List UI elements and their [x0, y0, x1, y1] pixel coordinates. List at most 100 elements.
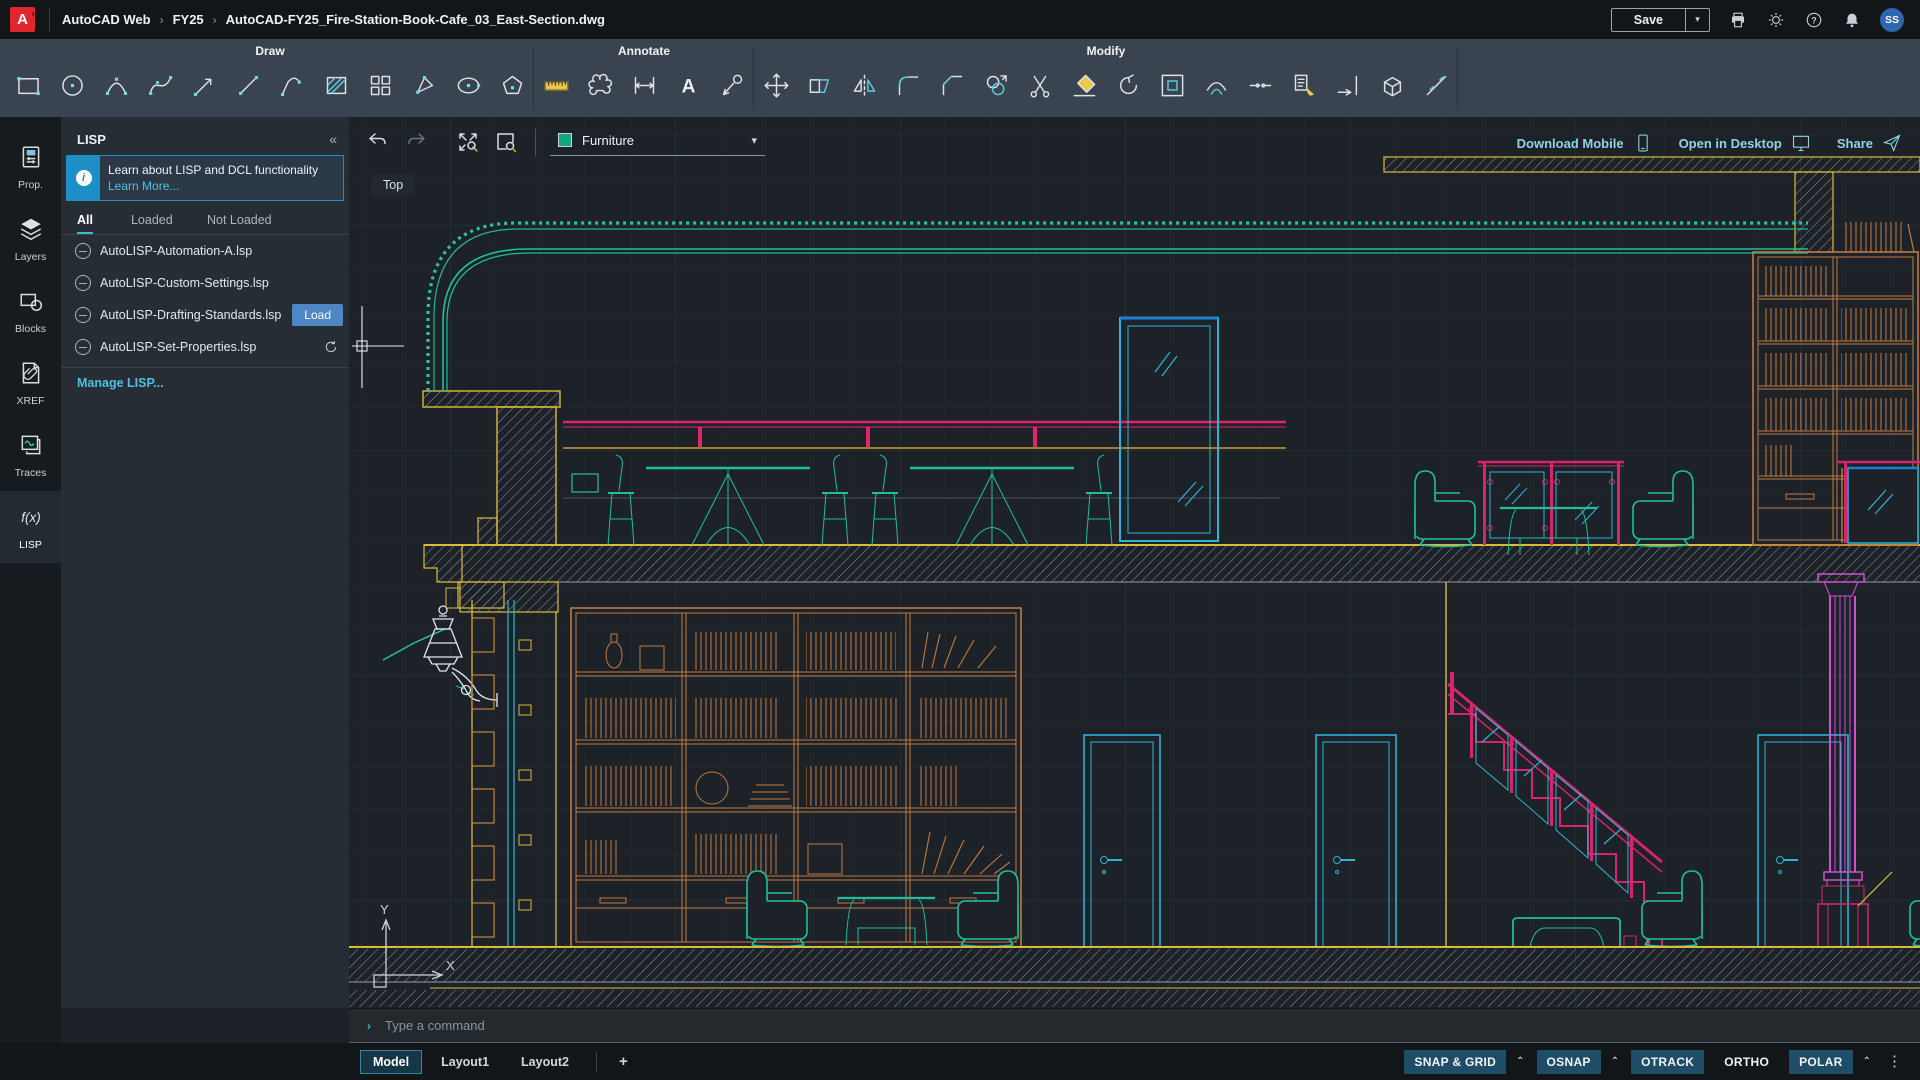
polyline-tool-button[interactable] — [270, 62, 314, 108]
lisp-file-row[interactable]: AutoLISP-Drafting-Standards.lspLoad — [61, 299, 349, 331]
tab-all[interactable]: All — [77, 207, 93, 234]
join-tool-button[interactable] — [1194, 62, 1238, 108]
break-tool-button[interactable] — [1238, 62, 1282, 108]
sidebar-item-layers[interactable]: Layers — [0, 203, 61, 275]
minus-circle-icon[interactable] — [75, 243, 91, 259]
stretch-tool-button[interactable] — [798, 62, 842, 108]
text-tool-button[interactable]: A — [666, 62, 710, 108]
canvas-links: Download Mobile Open in Desktop Share — [1517, 133, 1902, 153]
insert-block-tool-button[interactable] — [358, 62, 402, 108]
dimension-tool-button[interactable] — [622, 62, 666, 108]
save-dropdown-button[interactable]: ▾ — [1685, 9, 1709, 31]
chevron-up-icon[interactable]: ⌃ — [1861, 1054, 1873, 1069]
help-icon[interactable]: ? — [1804, 10, 1824, 30]
offset-tool-button[interactable] — [1150, 62, 1194, 108]
collapse-panel-icon[interactable]: « — [329, 131, 337, 147]
polygon-tool-button[interactable] — [490, 62, 534, 108]
arc-tool-button[interactable] — [94, 62, 138, 108]
download-mobile-button[interactable]: Download Mobile — [1517, 133, 1653, 153]
notifications-icon[interactable] — [1842, 10, 1862, 30]
layer-dropdown[interactable]: Furniture ▾ — [550, 129, 765, 156]
explode-tool-button[interactable] — [1370, 62, 1414, 108]
erase-tool-button[interactable] — [1062, 62, 1106, 108]
sidebar-item-traces[interactable]: Traces — [0, 419, 61, 491]
ground[interactable] — [349, 947, 1920, 1007]
learn-more-link[interactable]: Learn More... — [108, 178, 318, 194]
zoom-extents-button[interactable] — [453, 127, 483, 157]
match-properties-tool-button[interactable] — [1282, 62, 1326, 108]
refresh-icon[interactable] — [323, 339, 339, 355]
copy-tool-button[interactable] — [974, 62, 1018, 108]
extend-tool-button[interactable] — [1326, 62, 1370, 108]
command-placeholder: Type a command — [385, 1018, 485, 1033]
redo-button[interactable] — [401, 127, 431, 157]
undo-button[interactable] — [363, 127, 393, 157]
glass-partition-right[interactable] — [1838, 462, 1920, 543]
sidebar-item-blocks[interactable]: Blocks — [0, 275, 61, 347]
chamfer-tool-button[interactable] — [930, 62, 974, 108]
leader-tool-button[interactable] — [710, 62, 754, 108]
toggle-label[interactable]: OSNAP — [1537, 1050, 1601, 1074]
sidebar-item-label: XREF — [16, 395, 44, 407]
rectangle-tool-button[interactable] — [6, 62, 50, 108]
ribbon-group-label: Modify — [1087, 44, 1126, 62]
overflow-menu-icon[interactable]: ⋮ — [1883, 1054, 1906, 1069]
trim-tool-button[interactable] — [1018, 62, 1062, 108]
add-layout-button[interactable]: + — [611, 1053, 636, 1070]
circle-tool-button[interactable] — [50, 62, 94, 108]
sidebar-item-label: Prop. — [18, 179, 43, 191]
drawing-canvas[interactable]: Y X — [349, 117, 1920, 1008]
lisp-file-name: AutoLISP-Automation-A.lsp — [100, 244, 252, 258]
save-button[interactable]: Save — [1612, 9, 1685, 31]
autocad-logo-icon[interactable]: A — [10, 7, 35, 32]
command-input[interactable]: › Type a command — [349, 1008, 1920, 1043]
minus-circle-icon[interactable] — [75, 275, 91, 291]
share-button[interactable]: Share — [1837, 133, 1902, 153]
breadcrumb-folder[interactable]: FY25 — [173, 12, 204, 27]
lengthen-tool-button[interactable] — [1414, 62, 1458, 108]
cad-drawing[interactable]: Y X — [349, 117, 1920, 1008]
sidebar-item-xref[interactable]: XREF — [0, 347, 61, 419]
manage-lisp-link[interactable]: Manage LISP... — [77, 376, 164, 390]
sidebar-item-prop[interactable]: Prop. — [0, 131, 61, 203]
minus-circle-icon[interactable] — [75, 307, 91, 323]
lisp-file-row[interactable]: AutoLISP-Automation-A.lsp — [61, 235, 349, 267]
divider — [535, 128, 536, 156]
ellipse-tool-button[interactable] — [446, 62, 490, 108]
lisp-file-row[interactable]: AutoLISP-Set-Properties.lsp — [61, 331, 349, 363]
hatch-tool-button[interactable] — [314, 62, 358, 108]
lisp-file-row[interactable]: AutoLISP-Custom-Settings.lsp — [61, 267, 349, 299]
point-tool-button[interactable] — [402, 62, 446, 108]
tab-not-loaded[interactable]: Not Loaded — [207, 207, 272, 234]
tab-model[interactable]: Model — [360, 1050, 422, 1074]
ray-tool-button[interactable] — [182, 62, 226, 108]
settings-icon[interactable] — [1766, 10, 1786, 30]
toggle-label[interactable]: POLAR — [1789, 1050, 1853, 1074]
tab-layout1[interactable]: Layout1 — [428, 1050, 502, 1074]
print-icon[interactable] — [1728, 10, 1748, 30]
load-button[interactable]: Load — [292, 304, 343, 326]
chevron-up-icon[interactable]: ⌃ — [1514, 1054, 1526, 1069]
view-cube-label[interactable]: Top — [371, 174, 415, 196]
line-tool-button[interactable] — [226, 62, 270, 108]
zoom-window-button[interactable] — [491, 127, 521, 157]
revision-cloud-tool-button[interactable] — [578, 62, 622, 108]
spline-tool-button[interactable] — [138, 62, 182, 108]
tab-loaded[interactable]: Loaded — [131, 207, 191, 234]
minus-circle-icon[interactable] — [75, 339, 91, 355]
sidebar-item-lisp[interactable]: f(x)LISP — [0, 491, 61, 563]
toggle-label[interactable]: ORTHO — [1714, 1050, 1779, 1074]
rotate-tool-button[interactable] — [1106, 62, 1150, 108]
mirror-tool-button[interactable] — [842, 62, 886, 108]
tab-layout2[interactable]: Layout2 — [508, 1050, 582, 1074]
chevron-up-icon[interactable]: ⌃ — [1609, 1054, 1621, 1069]
fillet-tool-button[interactable] — [886, 62, 930, 108]
measure-tool-button[interactable] — [534, 62, 578, 108]
ribbon-group-label: Annotate — [618, 44, 670, 62]
breadcrumb-app[interactable]: AutoCAD Web — [62, 12, 151, 27]
open-in-desktop-button[interactable]: Open in Desktop — [1679, 133, 1811, 153]
toggle-label[interactable]: OTRACK — [1631, 1050, 1704, 1074]
avatar[interactable]: SS — [1880, 8, 1904, 32]
toggle-label[interactable]: SNAP & GRID — [1404, 1050, 1506, 1074]
move-tool-button[interactable] — [754, 62, 798, 108]
